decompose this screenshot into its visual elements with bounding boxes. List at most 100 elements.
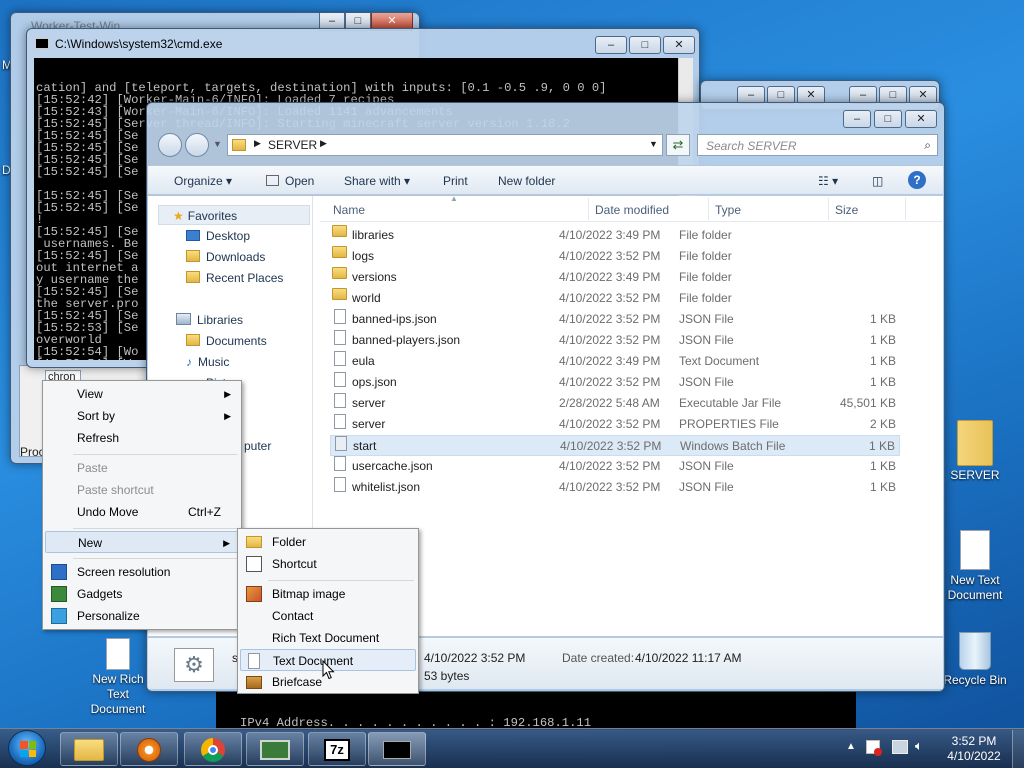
file-type: JSON File xyxy=(679,375,734,389)
taskbar-7zip-button[interactable]: 7z xyxy=(308,732,366,766)
desktop-context-menu[interactable]: View ▶ Sort by ▶ Refresh Paste Paste short… xyxy=(42,380,242,630)
file-row[interactable]: versions 4/10/2022 3:49 PM File folder xyxy=(330,267,900,288)
column-divider xyxy=(828,198,829,220)
cmd-icon xyxy=(35,38,49,49)
menu-item-folder[interactable]: Folder xyxy=(240,531,416,553)
file-date: 4/10/2022 3:52 PM xyxy=(560,439,662,453)
taskbar-chrome-button[interactable] xyxy=(184,732,242,766)
file-row[interactable]: banned-ips.json 4/10/2022 3:52 PM JSON Fil… xyxy=(330,309,900,330)
view-options-icon[interactable]: ☷ ▾ xyxy=(818,174,838,188)
maximize-button[interactable]: □ xyxy=(629,36,661,54)
column-header-type[interactable]: Type xyxy=(715,203,741,217)
menu-item-screen-resolution[interactable]: Screen resolution xyxy=(45,561,239,583)
menu-item-bitmap-image[interactable]: Bitmap image xyxy=(240,583,416,605)
file-row[interactable]: server 4/10/2022 3:52 PM PROPERTIES File 2 … xyxy=(330,414,900,435)
folder-icon xyxy=(74,739,104,761)
details-modified: 4/10/2022 3:52 PM xyxy=(424,651,526,665)
maximize-button[interactable]: □ xyxy=(874,110,902,128)
search-input[interactable]: Search SERVER ⌕ xyxy=(697,134,938,156)
file-row[interactable]: logs 4/10/2022 3:52 PM File folder xyxy=(330,246,900,267)
file-row[interactable]: libraries 4/10/2022 3:49 PM File folder xyxy=(330,225,900,246)
action-center-icon[interactable] xyxy=(866,740,882,756)
details-size: 53 bytes xyxy=(424,669,470,683)
keyboard-shortcut: Ctrl+Z xyxy=(188,505,221,519)
menu-item-undo-move[interactable]: Undo Move Ctrl+Z xyxy=(45,501,239,523)
back-button[interactable] xyxy=(158,133,182,157)
address-dropdown-icon[interactable]: ▼ xyxy=(649,139,658,149)
nav-music[interactable]: ♪ Music xyxy=(186,352,229,372)
column-header-size[interactable]: Size xyxy=(835,203,858,217)
share-with-button[interactable]: Share with ▾ xyxy=(344,174,410,188)
file-row[interactable]: usercache.json 4/10/2022 3:52 PM JSON File… xyxy=(330,456,900,477)
desktop-icon-new-rich-text-document[interactable]: New Rich Text Document xyxy=(78,638,158,717)
menu-item-refresh[interactable]: Refresh xyxy=(45,427,239,449)
menu-item-sort-by[interactable]: Sort by ▶ xyxy=(45,405,239,427)
close-button[interactable]: ✕ xyxy=(663,36,695,54)
column-divider xyxy=(588,198,589,220)
menu-item-new[interactable]: New ▶ xyxy=(45,531,239,553)
file-row[interactable]: world 4/10/2022 3:52 PM File folder xyxy=(330,288,900,309)
desktop-icon-new-text-document[interactable]: New Text Document xyxy=(935,530,1015,603)
file-row[interactable]: server 2/28/2022 5:48 AM Executable Jar Fi… xyxy=(330,393,900,414)
open-button[interactable]: Open xyxy=(266,174,314,188)
file-row[interactable]: eula 4/10/2022 3:49 PM Text Document 1 KB xyxy=(330,351,900,372)
start-button[interactable] xyxy=(8,730,46,766)
network-tray-icon[interactable] xyxy=(892,740,908,754)
file-row[interactable]: ops.json 4/10/2022 3:52 PM JSON File 1 KB xyxy=(330,372,900,393)
taskbar-cmd-button[interactable] xyxy=(368,732,426,766)
file-icon xyxy=(334,477,346,492)
minimize-button[interactable]: – xyxy=(843,110,871,128)
taskbar-network-button[interactable] xyxy=(246,732,304,766)
nav-favorites[interactable]: ★ Favorites xyxy=(158,205,310,225)
volume-icon[interactable]: 🔈︎ xyxy=(915,738,923,754)
close-button[interactable]: ✕ xyxy=(905,110,937,128)
nav-documents[interactable]: Documents xyxy=(186,331,267,351)
taskbar-media-player-button[interactable] xyxy=(120,732,178,766)
help-icon[interactable]: ? xyxy=(908,171,926,189)
clock[interactable]: 3:52 PM 4/10/2022 xyxy=(944,734,1004,764)
file-size: 1 KB xyxy=(869,459,896,473)
preview-pane-icon[interactable]: ◫ xyxy=(872,174,883,188)
menu-item-personalize[interactable]: Personalize xyxy=(45,605,239,627)
network-icon xyxy=(260,740,290,760)
tray-expand-icon[interactable]: ▲ xyxy=(846,741,856,752)
organize-button[interactable]: Organize ▾ xyxy=(174,174,232,188)
refresh-button[interactable]: ⇄ xyxy=(666,134,690,156)
windows-logo-icon xyxy=(20,741,36,757)
file-icon xyxy=(334,456,346,471)
minimize-button[interactable]: – xyxy=(595,36,627,54)
file-type: Windows Batch File xyxy=(680,439,786,453)
nav-computer[interactable]: puter xyxy=(244,436,271,456)
menu-item-contact[interactable]: Contact xyxy=(240,605,416,627)
history-dropdown-icon[interactable]: ▼ xyxy=(213,139,222,149)
forward-button[interactable] xyxy=(185,133,209,157)
file-size: 45,501 KB xyxy=(839,396,896,410)
desktop-icon-server[interactable]: SERVER xyxy=(935,420,1015,483)
address-bar[interactable]: ▶ SERVER ▶ ▼ xyxy=(227,134,663,156)
show-desktop-button[interactable] xyxy=(1012,730,1024,768)
taskbar-explorer-button[interactable] xyxy=(60,732,118,766)
desktop-icon-recycle-bin[interactable]: Recycle Bin xyxy=(935,632,1015,688)
print-button[interactable]: Print xyxy=(443,174,468,188)
new-folder-button[interactable]: New folder xyxy=(498,174,555,188)
cmd-window-bottom[interactable]: IPv4 Address. . . . . . . . . . . : 192.… xyxy=(216,690,856,730)
column-header-name[interactable]: Name xyxy=(333,203,365,217)
file-type: File folder xyxy=(679,270,732,284)
file-row[interactable]: banned-players.json 4/10/2022 3:52 PM JSON… xyxy=(330,330,900,351)
column-header-date[interactable]: Date modified xyxy=(595,203,669,217)
file-row[interactable]: start 4/10/2022 3:52 PM Windows Batch File… xyxy=(330,435,900,456)
folder-icon xyxy=(332,225,347,237)
file-date: 4/10/2022 3:52 PM xyxy=(559,480,661,494)
file-row[interactable]: whitelist.json 4/10/2022 3:52 PM JSON File… xyxy=(330,477,900,498)
clock-time: 3:52 PM xyxy=(951,734,997,748)
nav-recent-places[interactable]: Recent Places xyxy=(186,268,283,288)
menu-item-rich-text-document[interactable]: Rich Text Document xyxy=(240,627,416,649)
breadcrumb[interactable]: SERVER xyxy=(268,138,317,152)
menu-item-view[interactable]: View ▶ xyxy=(45,383,239,405)
nav-downloads[interactable]: Downloads xyxy=(186,247,265,267)
nav-libraries[interactable]: Libraries xyxy=(176,310,243,330)
nav-desktop[interactable]: Desktop xyxy=(186,226,250,246)
menu-item-shortcut[interactable]: Shortcut xyxy=(240,553,416,575)
menu-item-gadgets[interactable]: Gadgets xyxy=(45,583,239,605)
desktop-icon-label: SERVER xyxy=(950,468,1000,482)
